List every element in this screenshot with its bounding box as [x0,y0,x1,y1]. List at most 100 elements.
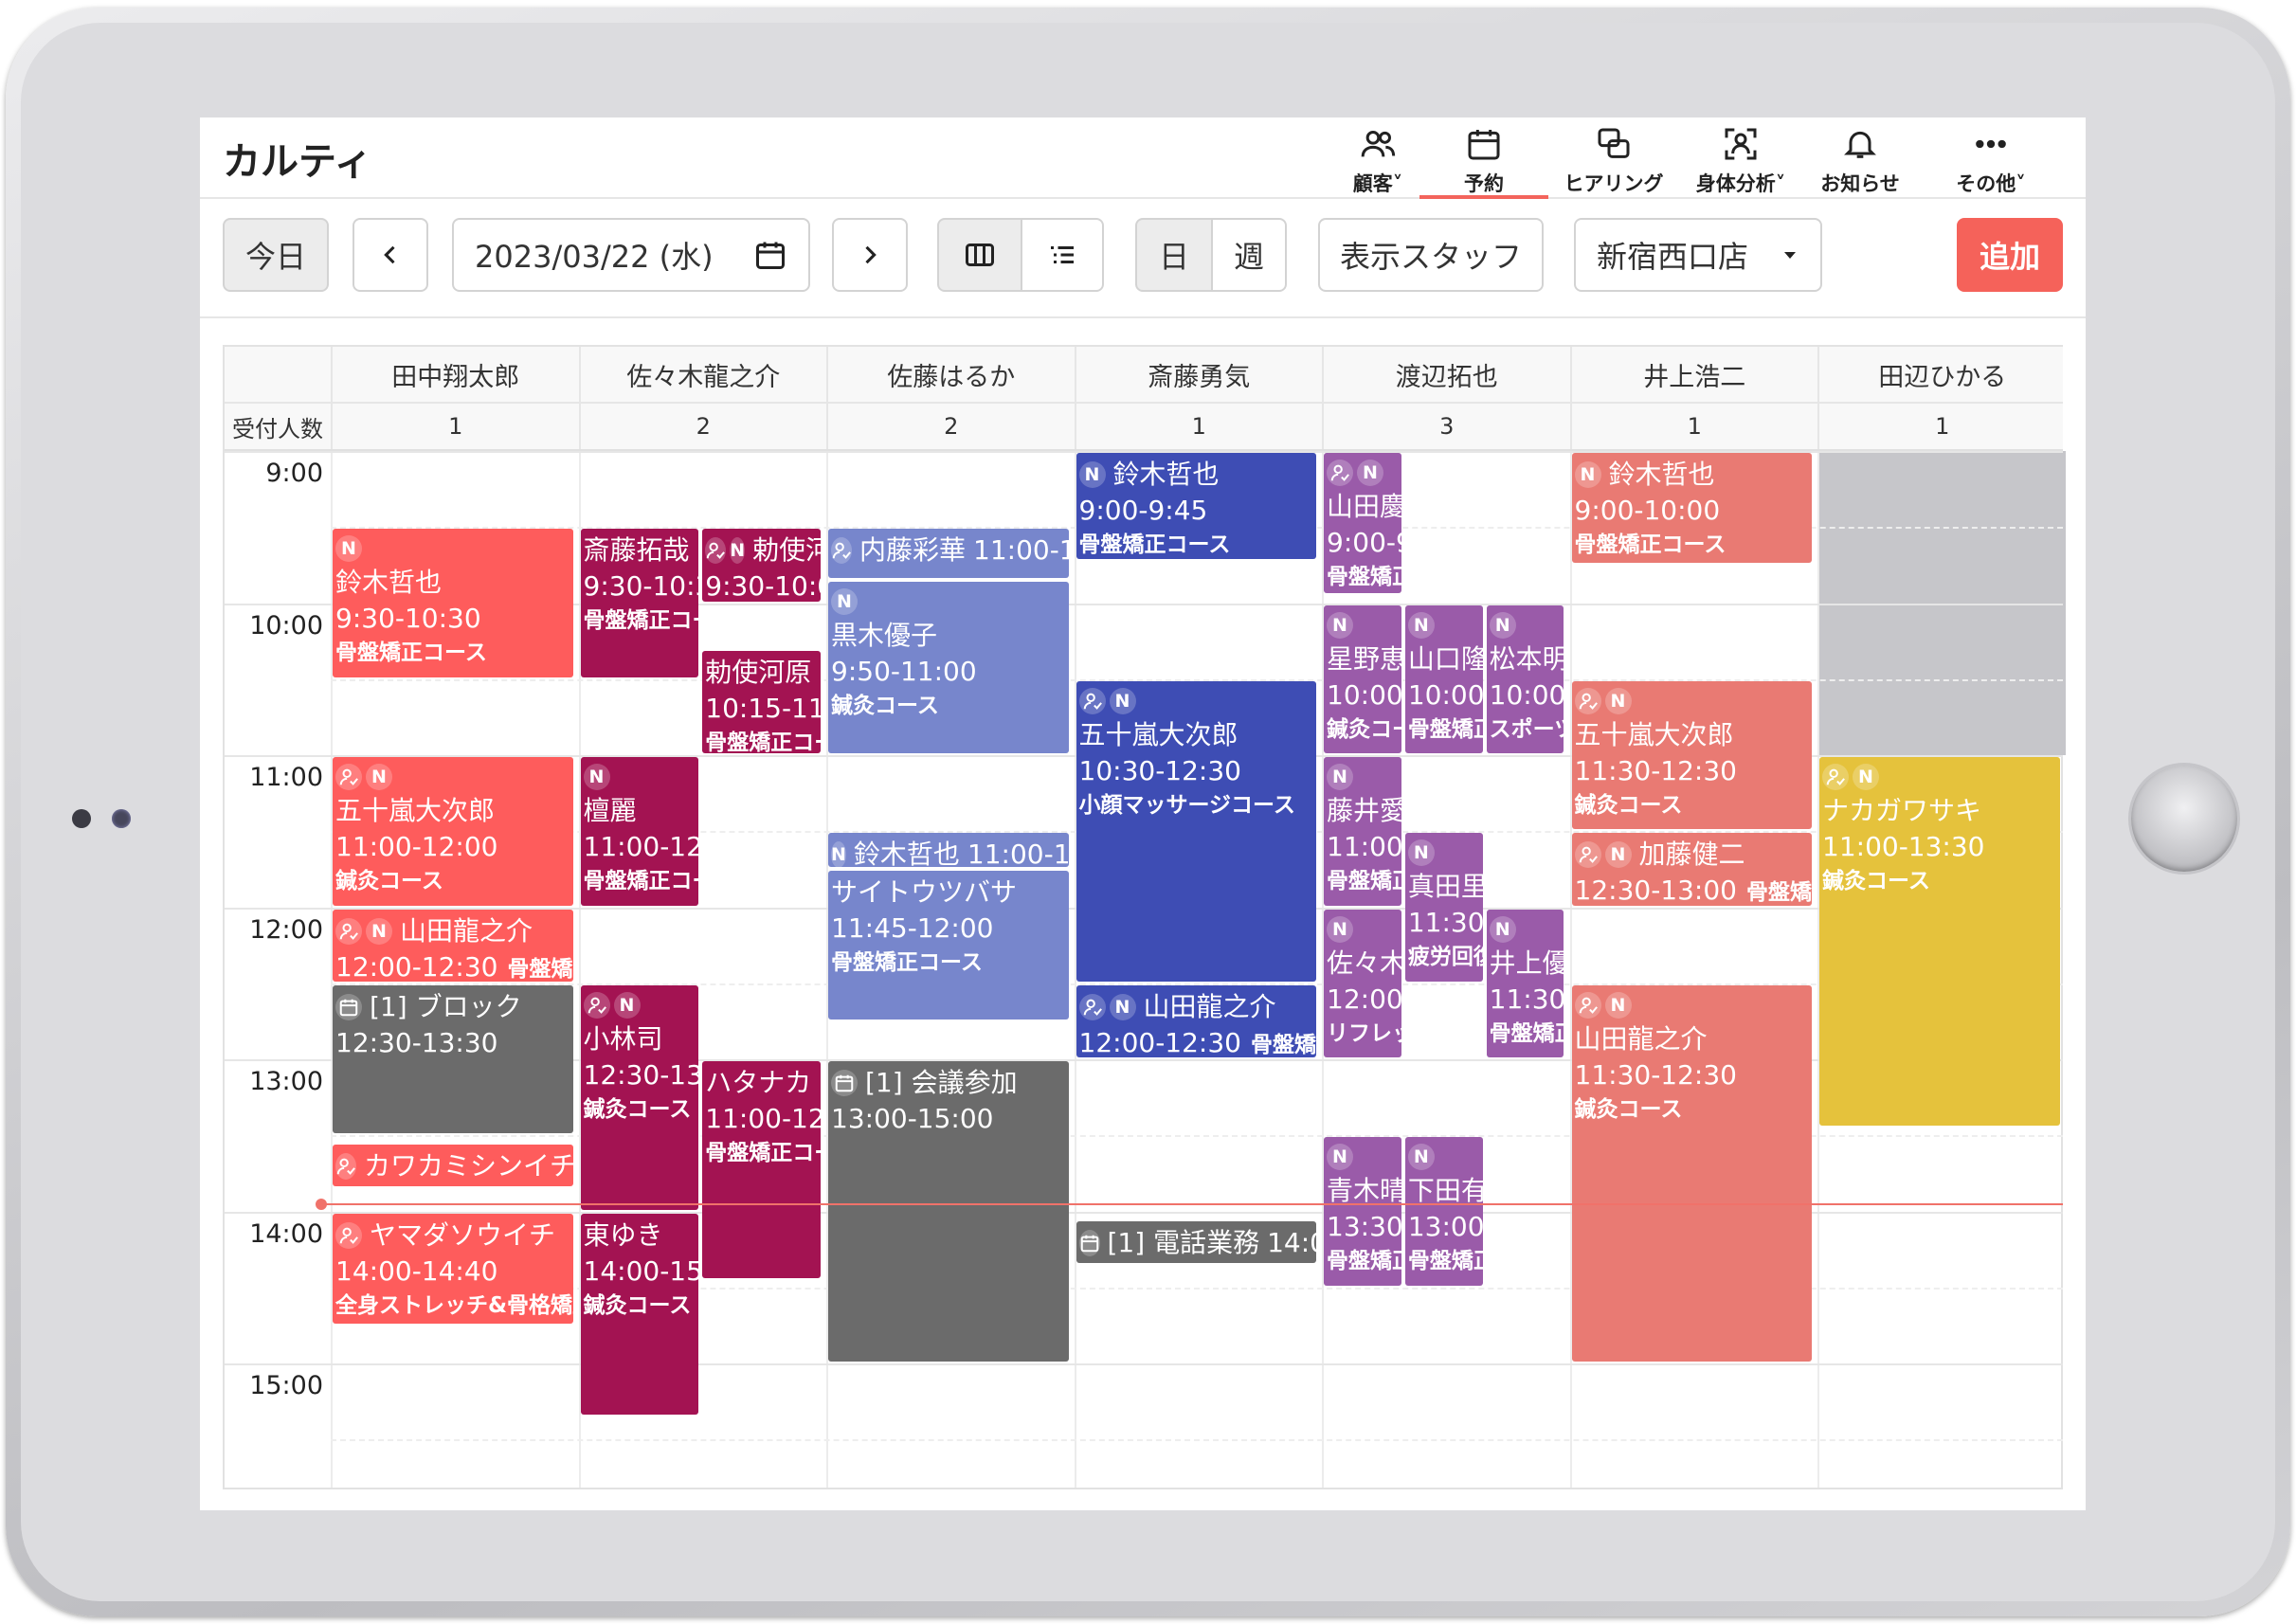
reservation-card[interactable]: N 五十嵐大次郎 11:30-12:30 鍼灸コース [1571,680,1813,830]
staff-name-2[interactable]: 佐藤はるか [826,347,1075,402]
reservation-card[interactable]: N加藤健二12:30-13:00骨盤矯正コース [1571,833,1813,906]
reservation-card[interactable]: N 五十嵐大次郎 10:30-12:30 小顔マッサージコース [1076,680,1317,982]
new-customer-badge: N [1853,764,1879,790]
course-name: 鍼灸コース [583,1096,692,1122]
reservation-card[interactable]: N山田龍之介12:00-12:30骨盤矯正コース [333,909,573,982]
reservation-time: 12:00-13:00 [1327,983,1401,1015]
new-customer-badge: N [1407,1144,1435,1171]
reservation-card[interactable]: N 星野恵10:00-11:00 鍼灸コース [1324,604,1401,753]
reservation-time: 14:00-15:00 [1267,1226,1316,1258]
today-button[interactable]: 今日 [223,218,329,292]
course-name: 骨盤矯正コース [335,641,487,666]
reservation-card[interactable]: N下田有13:00-14:00骨盤矯正コース [1404,1137,1483,1286]
reservation-card[interactable]: 勅使河原 10:15-11:00 骨盤矯正コース [702,650,821,753]
reservation-card[interactable]: カワカミシンイチ [333,1145,573,1187]
reception-count-0: 1 [331,404,579,449]
week-view-tab[interactable]: 週 [1211,218,1287,292]
card-badges: N [1078,685,1317,717]
customer-name: [1] ブロック [370,990,522,1022]
staff-name-1[interactable]: 佐々木龍之介 [578,347,827,402]
nav-notice[interactable]: お知らせ [1804,117,1916,199]
staff-name-0[interactable]: 田中翔太郎 [331,347,579,402]
time-course-row: 12:30-13:00 骨盤矯正コース [1575,873,1813,905]
calendar-icon [756,242,785,269]
reservation-card[interactable]: 内藤彩華11:00-11:30 [828,529,1069,579]
reservation-card[interactable]: N 檀麗 11:00-12:00 骨盤矯正コース [580,757,699,906]
card-badges: N [583,761,699,793]
nav-customers[interactable]: 顧客˅ [1325,117,1431,199]
date-picker[interactable]: 2023/03/22 (水) [452,218,810,292]
course-name: 鍼灸コース [1822,869,1930,893]
customer-name: 小林司 [583,1022,663,1055]
reservation-card[interactable]: N 松本明10:00-11:00 スポーツコース [1486,604,1564,753]
reservation-card[interactable]: サイトウツバサ 11:45-12:00 骨盤矯正コース [828,871,1069,1020]
store-select[interactable]: 新宿西口店 [1574,218,1822,292]
home-button[interactable] [2131,766,2237,872]
reservation-card[interactable]: N 小林司12:30-13:30 鍼灸コース [580,984,699,1210]
day-view-tab[interactable]: 日 [1135,218,1213,292]
reservation-card[interactable]: N 山田龍之介 11:30-12:30 鍼灸コース [1571,984,1812,1362]
calendar-icon [831,1070,858,1096]
reservation-card[interactable]: ヤマダソウイチ 14:00-14:40 全身ストレッチ&骨格矯正 [333,1213,573,1324]
reservation-card[interactable]: N勅使河原9:30-10:00 [702,529,821,602]
nav-reservations[interactable]: 予約 [1419,117,1548,199]
reservation-card[interactable]: [1] 電話業務14:00-15:00 [1076,1220,1316,1263]
prev-day-button[interactable] [353,218,428,292]
staff-name-6[interactable]: 田辺ひかる [1817,347,2066,402]
reservation-card[interactable]: N 黒木優子 9:50-11:00 鍼灸コース [828,582,1069,753]
reservation-card[interactable]: N 鈴木哲也 9:30-10:30 骨盤矯正コース [333,529,573,677]
card-badges: N [1574,685,1813,717]
reservation-card[interactable]: [1] ブロック 12:30-13:30 [333,984,573,1134]
reservation-card[interactable]: N 鈴木哲也 9:00-9:45 骨盤矯正コース [1076,453,1316,559]
course-name: 鍼灸コース [583,1292,692,1318]
reservation-card[interactable]: N 五十嵐大次郎 11:00-12:00 鍼灸コース [333,757,573,906]
reservation-time: 9:00-10:00 [1574,495,1721,526]
next-day-button[interactable] [832,218,908,292]
list-view-toggle[interactable] [1021,218,1104,292]
customer-name: 真田里 [1407,871,1483,903]
reservation-time: 9:30-10:30 [335,603,481,635]
customer-name: 佐々木 [1327,947,1401,979]
person-check-icon [1574,991,1601,1019]
course-name: 骨盤矯正コース [1078,532,1231,557]
reservation-card[interactable]: N青木晴13:30-14:30骨盤矯正コース [1324,1137,1401,1286]
reservation-card[interactable]: N 山口隆10:00-11:00 骨盤矯正コース [1404,604,1483,753]
add-button[interactable]: 追加 [1957,218,2063,292]
staff-name-3[interactable]: 斎藤勇気 [1074,347,1323,402]
customer-name: [1] 会議参加 [865,1067,1018,1098]
person-check-icon [1574,841,1601,869]
reservation-time: 11:00-11:30 [973,534,1069,567]
reservation-card[interactable]: N 佐々木 12:00-13:00 リフレッシュコース [1324,909,1401,1057]
reservation-card[interactable]: N 鈴木哲也11:00-11:45 [828,833,1069,868]
reservation-card[interactable]: N ナカガワサキ 11:00-13:30 鍼灸コース [1819,757,2060,1127]
reservation-time: 9:30-10:00 [705,570,821,602]
reservation-time: 10:00-11:00 [1489,678,1564,711]
nav-hearing[interactable]: ヒアリング [1548,117,1679,199]
reservation-card[interactable]: ハタナカ 11:00-12:00 骨盤矯正コース [702,1061,821,1278]
nav-body[interactable]: 身体分析˅ [1679,117,1802,199]
half-hour-line [331,1439,2063,1442]
reservation-card[interactable]: [1] 会議参加 13:00-15:00 [828,1061,1069,1362]
reservation-card[interactable]: N山田龍之介12:00-12:30骨盤矯正コース [1076,984,1316,1057]
calendar-icon [335,993,362,1020]
reservation-time: 13:00-14:00 [1407,1211,1483,1243]
nav-more[interactable]: その他˅ [1935,117,2047,199]
reservation-card[interactable]: N 井上優 11:30-12:30 骨盤矯正コース [1486,909,1564,1057]
reservation-time: 14:00-14:40 [335,1254,498,1287]
display-staff-button[interactable]: 表示スタッフ [1318,218,1544,292]
course-name: 鍼灸コース [1574,1096,1683,1122]
reservation-card[interactable]: N 山田慶 9:00-9:45 骨盤矯正コース [1324,453,1401,594]
reservation-card[interactable]: N 真田里 11:30-12:30 疲労回復コース [1404,833,1483,982]
nav-label-reservations: 予約 [1464,172,1504,195]
new-customer-badge: N [1327,1144,1353,1171]
reservation-card[interactable]: 東ゆき14:00-15:00 鍼灸コース [580,1213,699,1416]
column-view-toggle[interactable] [937,218,1022,292]
reservation-card[interactable]: N 鈴木哲也 9:00-10:00 骨盤矯正コース [1571,453,1812,564]
reservation-card[interactable]: N 藤井愛 11:00-12:00 骨盤矯正コース [1324,757,1401,906]
staff-name-4[interactable]: 渡辺拓也 [1322,347,1570,402]
staff-name-5[interactable]: 井上浩二 [1569,347,1818,402]
reservation-card[interactable]: 斎藤拓哉9:30-10:30 骨盤矯正コース [580,529,699,677]
reservation-time: 10:00-11:00 [1407,678,1483,711]
person-check-icon [583,991,610,1019]
new-customer-badge: N [1489,611,1516,639]
